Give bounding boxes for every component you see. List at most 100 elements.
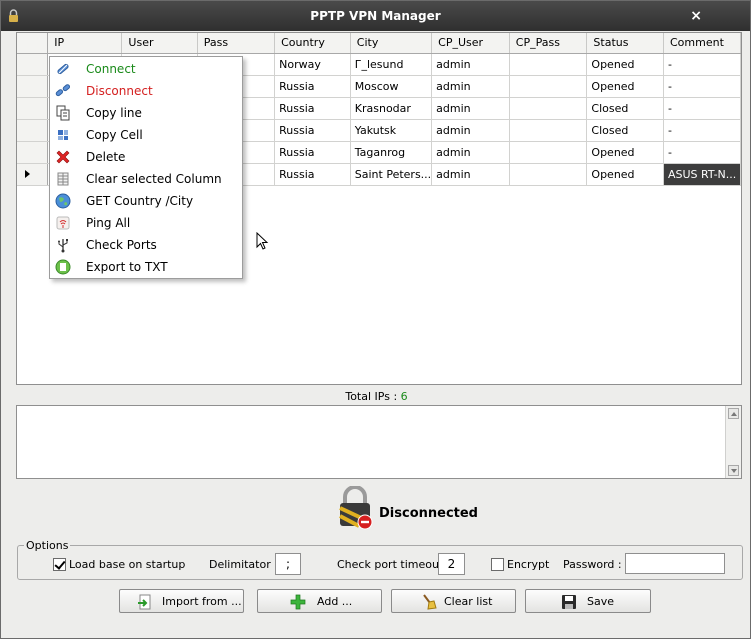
cell-cp-user[interactable]: admin bbox=[431, 141, 510, 164]
cell-city[interactable]: Saint Peters... bbox=[350, 163, 433, 186]
current-row-arrow-icon bbox=[25, 169, 30, 178]
cell-country[interactable]: Russia bbox=[274, 141, 351, 164]
cell-cp-pass[interactable] bbox=[509, 75, 588, 98]
cell-cp-pass[interactable] bbox=[509, 141, 588, 164]
cell-comment-selected[interactable]: ASUS RT-N... bbox=[663, 163, 742, 186]
cell-status[interactable]: Closed bbox=[586, 97, 664, 120]
column-header-cp-pass[interactable]: CP_Pass bbox=[509, 33, 588, 54]
export-icon bbox=[55, 259, 71, 275]
cell-status[interactable]: Opened bbox=[586, 163, 664, 186]
cell-status[interactable]: Closed bbox=[586, 119, 664, 142]
cell-status[interactable]: Opened bbox=[586, 141, 664, 164]
connect-icon bbox=[57, 63, 69, 75]
cell-status[interactable]: Opened bbox=[586, 75, 664, 98]
column-header-status[interactable]: Status bbox=[586, 33, 664, 54]
cell-cp-pass[interactable] bbox=[509, 53, 588, 76]
cell-cp-pass[interactable] bbox=[509, 119, 588, 142]
window-title: PPTP VPN Manager bbox=[310, 9, 441, 23]
menu-item-clear-column[interactable]: Clear selected Column bbox=[50, 168, 242, 190]
column-header-user[interactable]: User bbox=[121, 33, 198, 54]
load-base-check-icon[interactable] bbox=[53, 558, 66, 571]
column-header-ip[interactable]: IP bbox=[47, 33, 123, 54]
menu-item-label: Disconnect bbox=[86, 84, 153, 98]
cell-city[interactable]: Г_lesund bbox=[350, 53, 433, 76]
encrypt-checkbox[interactable]: Encrypt bbox=[491, 558, 549, 571]
add-button-label: Add ... bbox=[317, 595, 353, 608]
row-header[interactable] bbox=[17, 97, 49, 120]
cell-comment[interactable]: - bbox=[663, 141, 742, 164]
cell-cp-pass[interactable] bbox=[509, 97, 588, 120]
cell-country[interactable]: Russia bbox=[274, 97, 351, 120]
total-ips-line: Total IPs : 6 bbox=[1, 390, 751, 403]
row-header-current[interactable] bbox=[17, 163, 49, 186]
cell-country[interactable]: Russia bbox=[274, 163, 351, 186]
cell-comment[interactable]: - bbox=[663, 53, 742, 76]
scroll-down-icon[interactable] bbox=[728, 465, 739, 476]
cell-city[interactable]: Krasnodar bbox=[350, 97, 433, 120]
timeout-input[interactable]: 2 bbox=[438, 553, 465, 575]
cell-cp-user[interactable]: admin bbox=[431, 163, 510, 186]
cell-cp-user[interactable]: admin bbox=[431, 97, 510, 120]
cell-city[interactable]: Taganrog bbox=[350, 141, 433, 164]
row-header[interactable] bbox=[17, 75, 49, 98]
import-button-label: Import from ... bbox=[162, 595, 242, 608]
cell-country[interactable]: Russia bbox=[274, 119, 351, 142]
add-button[interactable]: Add ... bbox=[257, 589, 382, 613]
cell-country[interactable]: Russia bbox=[274, 75, 351, 98]
menu-item-get-country-city[interactable]: GET Country /City bbox=[50, 190, 242, 212]
menu-item-disconnect[interactable]: Disconnect bbox=[50, 80, 242, 102]
delimitator-input[interactable]: ; bbox=[275, 553, 301, 575]
cell-status[interactable]: Opened bbox=[586, 53, 664, 76]
cell-city[interactable]: Yakutsk bbox=[350, 119, 433, 142]
cell-comment[interactable]: - bbox=[663, 75, 742, 98]
copy-line-icon bbox=[56, 105, 70, 121]
context-menu: Connect Disconnect Copy line Copy Cell D… bbox=[49, 56, 243, 279]
password-label: Password : bbox=[563, 558, 622, 571]
row-header[interactable] bbox=[17, 119, 49, 142]
menu-item-copy-cell[interactable]: Copy Cell bbox=[50, 124, 242, 146]
cell-cp-user[interactable]: admin bbox=[431, 75, 510, 98]
cell-country[interactable]: Norway bbox=[274, 53, 351, 76]
mouse-cursor-icon bbox=[256, 232, 269, 250]
import-button[interactable]: Import from ... bbox=[119, 589, 244, 613]
column-header-pass[interactable]: Pass bbox=[197, 33, 276, 54]
cell-cp-pass[interactable] bbox=[509, 163, 588, 186]
grid-header-row: IP User Pass Country City CP_User CP_Pas… bbox=[17, 33, 742, 54]
status-text: Disconnected bbox=[379, 506, 478, 521]
menu-item-copy-line[interactable]: Copy line bbox=[50, 102, 242, 124]
cell-comment[interactable]: - bbox=[663, 97, 742, 120]
menu-item-export-txt[interactable]: Export to TXT bbox=[50, 256, 242, 278]
save-button[interactable]: Save bbox=[525, 589, 651, 613]
column-header-country[interactable]: Country bbox=[274, 33, 351, 54]
cell-comment[interactable]: - bbox=[663, 119, 742, 142]
encrypt-check-icon[interactable] bbox=[491, 558, 504, 571]
menu-item-ping-all[interactable]: Ping All bbox=[50, 212, 242, 234]
column-header-comment[interactable]: Comment bbox=[663, 33, 742, 54]
menu-item-check-ports[interactable]: Check Ports bbox=[50, 234, 242, 256]
menu-item-label: Connect bbox=[86, 62, 136, 76]
clear-list-button-label: Clear list bbox=[444, 595, 493, 608]
cell-cp-user[interactable]: admin bbox=[431, 53, 510, 76]
menu-item-label: GET Country /City bbox=[86, 194, 194, 208]
cell-cp-user[interactable]: admin bbox=[431, 119, 510, 142]
close-icon[interactable]: × bbox=[690, 8, 702, 24]
log-textarea[interactable] bbox=[16, 405, 742, 479]
log-scrollbar[interactable] bbox=[725, 406, 741, 478]
timeout-label: Check port timeout : bbox=[337, 558, 451, 571]
menu-item-delete[interactable]: Delete bbox=[50, 146, 242, 168]
column-header-cp-user[interactable]: CP_User bbox=[431, 33, 510, 54]
row-header[interactable] bbox=[17, 53, 49, 76]
scroll-up-icon[interactable] bbox=[728, 408, 739, 419]
column-header-city[interactable]: City bbox=[350, 33, 433, 54]
row-header[interactable] bbox=[17, 141, 49, 164]
options-legend: Options bbox=[26, 539, 69, 552]
cell-city[interactable]: Moscow bbox=[350, 75, 433, 98]
load-base-checkbox[interactable]: Load base on startup bbox=[53, 558, 185, 571]
disconnected-lock-icon bbox=[339, 486, 373, 530]
clear-list-button[interactable]: Clear list bbox=[391, 589, 516, 613]
menu-item-label: Export to TXT bbox=[86, 260, 168, 274]
menu-item-label: Clear selected Column bbox=[86, 172, 222, 186]
password-input[interactable] bbox=[625, 553, 725, 574]
broom-icon bbox=[423, 594, 437, 610]
menu-item-connect[interactable]: Connect bbox=[50, 58, 242, 80]
